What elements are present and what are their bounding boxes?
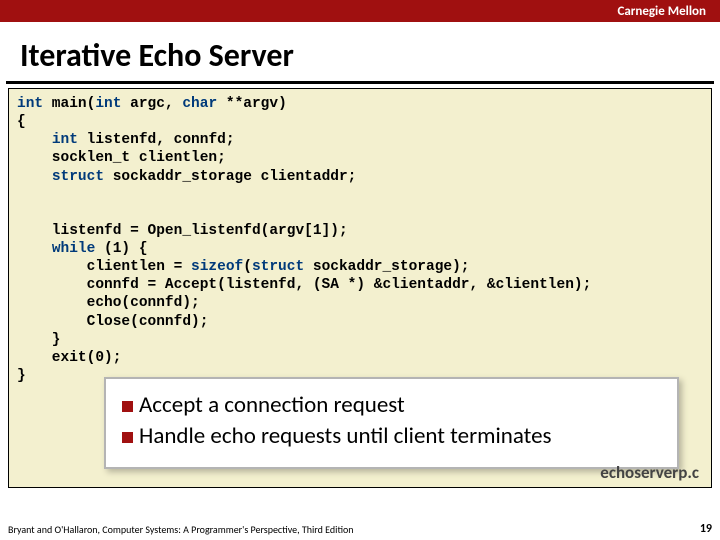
kw-while: while [52, 241, 96, 257]
notes-callout: Accept a connection request Handle echo … [104, 377, 679, 469]
note-row: Accept a connection request [122, 391, 661, 420]
kw-sizeof: sizeof [191, 259, 243, 275]
slide: Carnegie Mellon Iterative Echo Server in… [0, 0, 720, 540]
footer-credit: Bryant and O'Hallaron, Computer Systems:… [8, 523, 354, 536]
kw-int: int [17, 96, 43, 112]
footer: Bryant and O'Hallaron, Computer Systems:… [8, 522, 712, 536]
filename-label: echoserverp.c [600, 462, 699, 483]
note-text: Accept a connection request [139, 391, 405, 420]
bullet-icon [122, 432, 133, 443]
code-box: int main(int argc, char **argv) { int li… [8, 88, 712, 488]
title-rule [6, 81, 714, 84]
brand-text: Carnegie Mellon [617, 4, 706, 19]
brand-bar: Carnegie Mellon [0, 0, 720, 22]
note-row: Handle echo requests until client termin… [122, 422, 661, 451]
slide-title: Iterative Echo Server [0, 22, 720, 81]
kw-char: char [182, 96, 217, 112]
page-number: 19 [700, 522, 712, 536]
code-content: int main(int argc, char **argv) { int li… [17, 95, 703, 385]
kw-int: int [52, 132, 78, 148]
note-text: Handle echo requests until client termin… [139, 422, 552, 451]
kw-int: int [95, 96, 121, 112]
kw-struct: struct [252, 259, 304, 275]
kw-struct: struct [52, 169, 104, 185]
bullet-icon [122, 401, 133, 412]
